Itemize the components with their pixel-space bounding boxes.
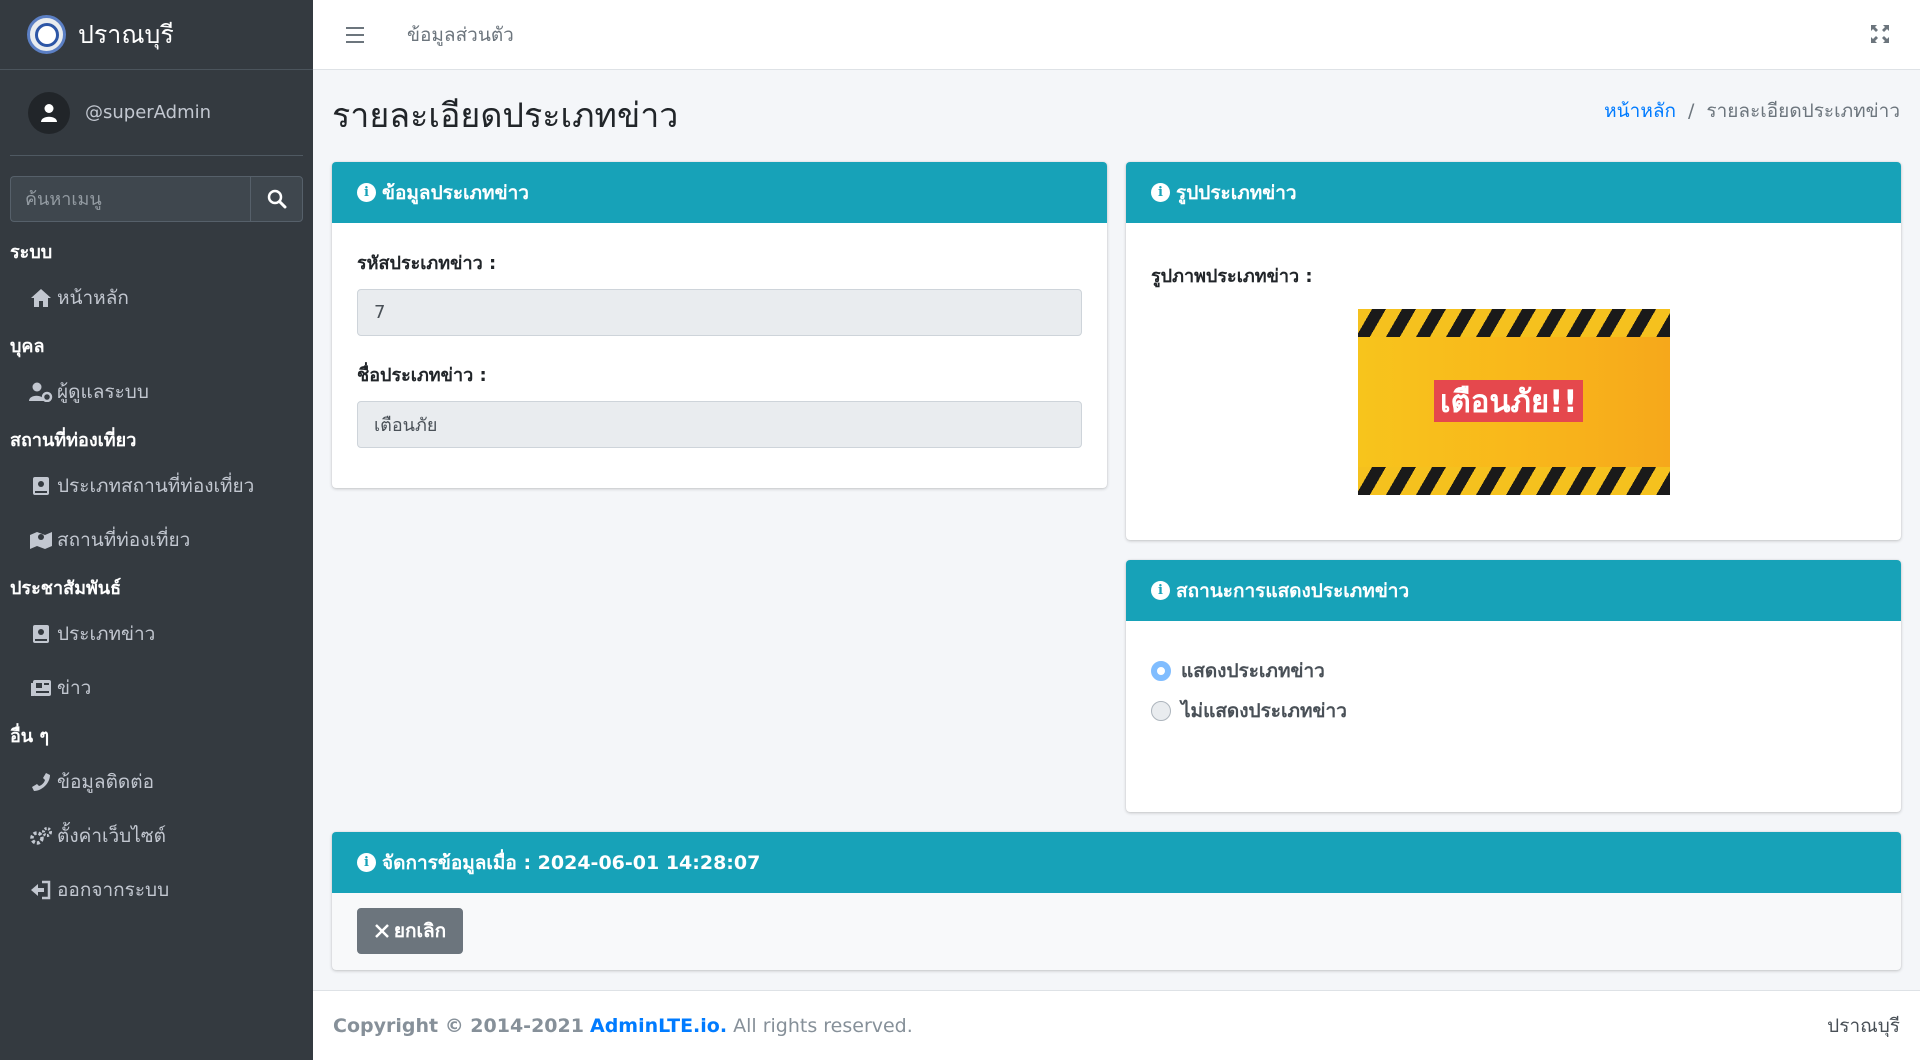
nav-link-profile[interactable]: ข้อมูลส่วนตัว: [407, 20, 514, 50]
sidebar-item-settings[interactable]: ตั้งค่าเว็บไซต์: [0, 809, 313, 863]
brand-link[interactable]: ปราณบุรี: [0, 0, 313, 70]
footer-right-text: ปราณบุรี: [1827, 1014, 1900, 1037]
sidebar-search: [10, 176, 303, 222]
brand-name: ปราณบุรี: [78, 19, 174, 49]
news-type-image-card: i รูปประเภทข่าว รูปภาพประเภทข่าว : เตือน…: [1126, 162, 1901, 540]
home-icon: [29, 287, 53, 309]
card-header: i ข้อมูลประเภทข่าว: [332, 162, 1107, 223]
book-icon: [29, 623, 53, 645]
info-icon: i: [357, 853, 376, 872]
map-icon: [29, 529, 53, 551]
breadcrumb-home-link[interactable]: หน้าหลัก: [1604, 100, 1676, 122]
image-caption: เตือนภัย!!: [1434, 380, 1584, 422]
search-icon: [267, 189, 286, 209]
sign-out-icon: [29, 879, 53, 901]
nav-header-system: ระบบ: [10, 241, 53, 263]
sidebar-item-contact[interactable]: ข้อมูลติดต่อ: [0, 755, 313, 809]
sidebar-item-news-types[interactable]: ประเภทข่าว: [0, 607, 313, 661]
radio-hide-option[interactable]: ไม่แสดงประเภทข่าว: [1151, 691, 1876, 731]
user-avatar-icon: [28, 91, 70, 134]
info-icon: i: [1151, 581, 1170, 600]
footer-copyright: Copyright © 2014-2021: [333, 1014, 584, 1037]
code-label: รหัสประเภทข่าว :: [357, 253, 497, 274]
user-name: @superAdmin: [85, 102, 212, 123]
sidebar-item-logout[interactable]: ออกจากระบบ: [0, 863, 313, 917]
card-header: i รูปประเภทข่าว: [1126, 162, 1901, 223]
menu-search-input[interactable]: [10, 176, 250, 222]
sidebar-item-place-types[interactable]: ประเภทสถานที่ท่องเที่ยว: [0, 459, 313, 513]
card-header: i สถานะการแสดงประเภทข่าว: [1126, 560, 1901, 621]
breadcrumb: หน้าหลัก / รายละเอียดประเภทข่าว: [1604, 96, 1900, 126]
sidebar-item-news[interactable]: ข่าว: [0, 661, 313, 715]
page-title: รายละเอียดประเภทข่าว: [332, 96, 679, 136]
radio-show-option[interactable]: แสดงประเภทข่าว: [1151, 651, 1876, 691]
sidebar-item-home[interactable]: หน้าหลัก: [0, 271, 313, 325]
user-panel[interactable]: @superAdmin: [10, 70, 303, 156]
nav-header-other: อื่น ๆ: [10, 725, 50, 747]
footer-brand-link[interactable]: AdminLTE.io.: [590, 1015, 727, 1037]
breadcrumb-current: รายละเอียดประเภทข่าว: [1706, 100, 1900, 122]
user-cog-icon: [29, 381, 53, 403]
nav-header-pr: ประชาสัมพันธ์: [10, 577, 122, 599]
display-status-card: i สถานะการแสดงประเภทข่าว แสดงประเภทข่าว …: [1126, 560, 1901, 812]
radio-hide[interactable]: [1151, 701, 1171, 721]
sidebar-menu: ระบบ หน้าหลัก บุคล ผู้ดูแลระบบ สถานที่ท่…: [0, 231, 313, 917]
menu-toggle-icon[interactable]: [343, 25, 367, 45]
image-label: รูปภาพประเภทข่าว :: [1151, 266, 1313, 287]
cogs-icon: [29, 825, 53, 847]
code-field[interactable]: 7: [357, 289, 1082, 336]
nav-header-tourism: สถานที่ท่องเที่ยว: [10, 429, 137, 451]
book-icon: [29, 475, 53, 497]
news-type-image: เตือนภัย!!: [1358, 309, 1670, 495]
breadcrumb-separator: /: [1688, 100, 1695, 122]
sidebar: ปราณบุรี @superAdmin ระบบ หน้าหลัก บุคล …: [0, 0, 313, 1060]
search-button[interactable]: [250, 176, 303, 222]
name-field[interactable]: เตือนภัย: [357, 401, 1082, 448]
footer: Copyright © 2014-2021 AdminLTE.io. All r…: [313, 990, 1920, 1060]
close-icon: [374, 924, 389, 938]
brand-logo-icon: [27, 15, 66, 54]
footer-rights: All rights reserved.: [733, 1014, 913, 1037]
fullscreen-icon[interactable]: [1870, 24, 1890, 44]
info-icon: i: [1151, 183, 1170, 202]
sidebar-item-places[interactable]: สถานที่ท่องเที่ยว: [0, 513, 313, 567]
newspaper-icon: [29, 677, 53, 699]
cancel-button[interactable]: ยกเลิก: [357, 908, 463, 954]
radio-show[interactable]: [1151, 661, 1171, 681]
manage-card: i จัดการข้อมูลเมื่อ : 2024-06-01 14:28:0…: [332, 832, 1901, 970]
card-header: i จัดการข้อมูลเมื่อ : 2024-06-01 14:28:0…: [332, 832, 1901, 893]
phone-icon: [29, 771, 53, 793]
nav-header-people: บุคล: [10, 335, 45, 357]
top-navbar: ข้อมูลส่วนตัว: [313, 0, 1920, 70]
news-type-info-card: i ข้อมูลประเภทข่าว รหัสประเภทข่าว : 7 ชื…: [332, 162, 1107, 488]
info-icon: i: [357, 183, 376, 202]
sidebar-item-admins[interactable]: ผู้ดูแลระบบ: [0, 365, 313, 419]
name-label: ชื่อประเภทข่าว :: [357, 365, 487, 386]
